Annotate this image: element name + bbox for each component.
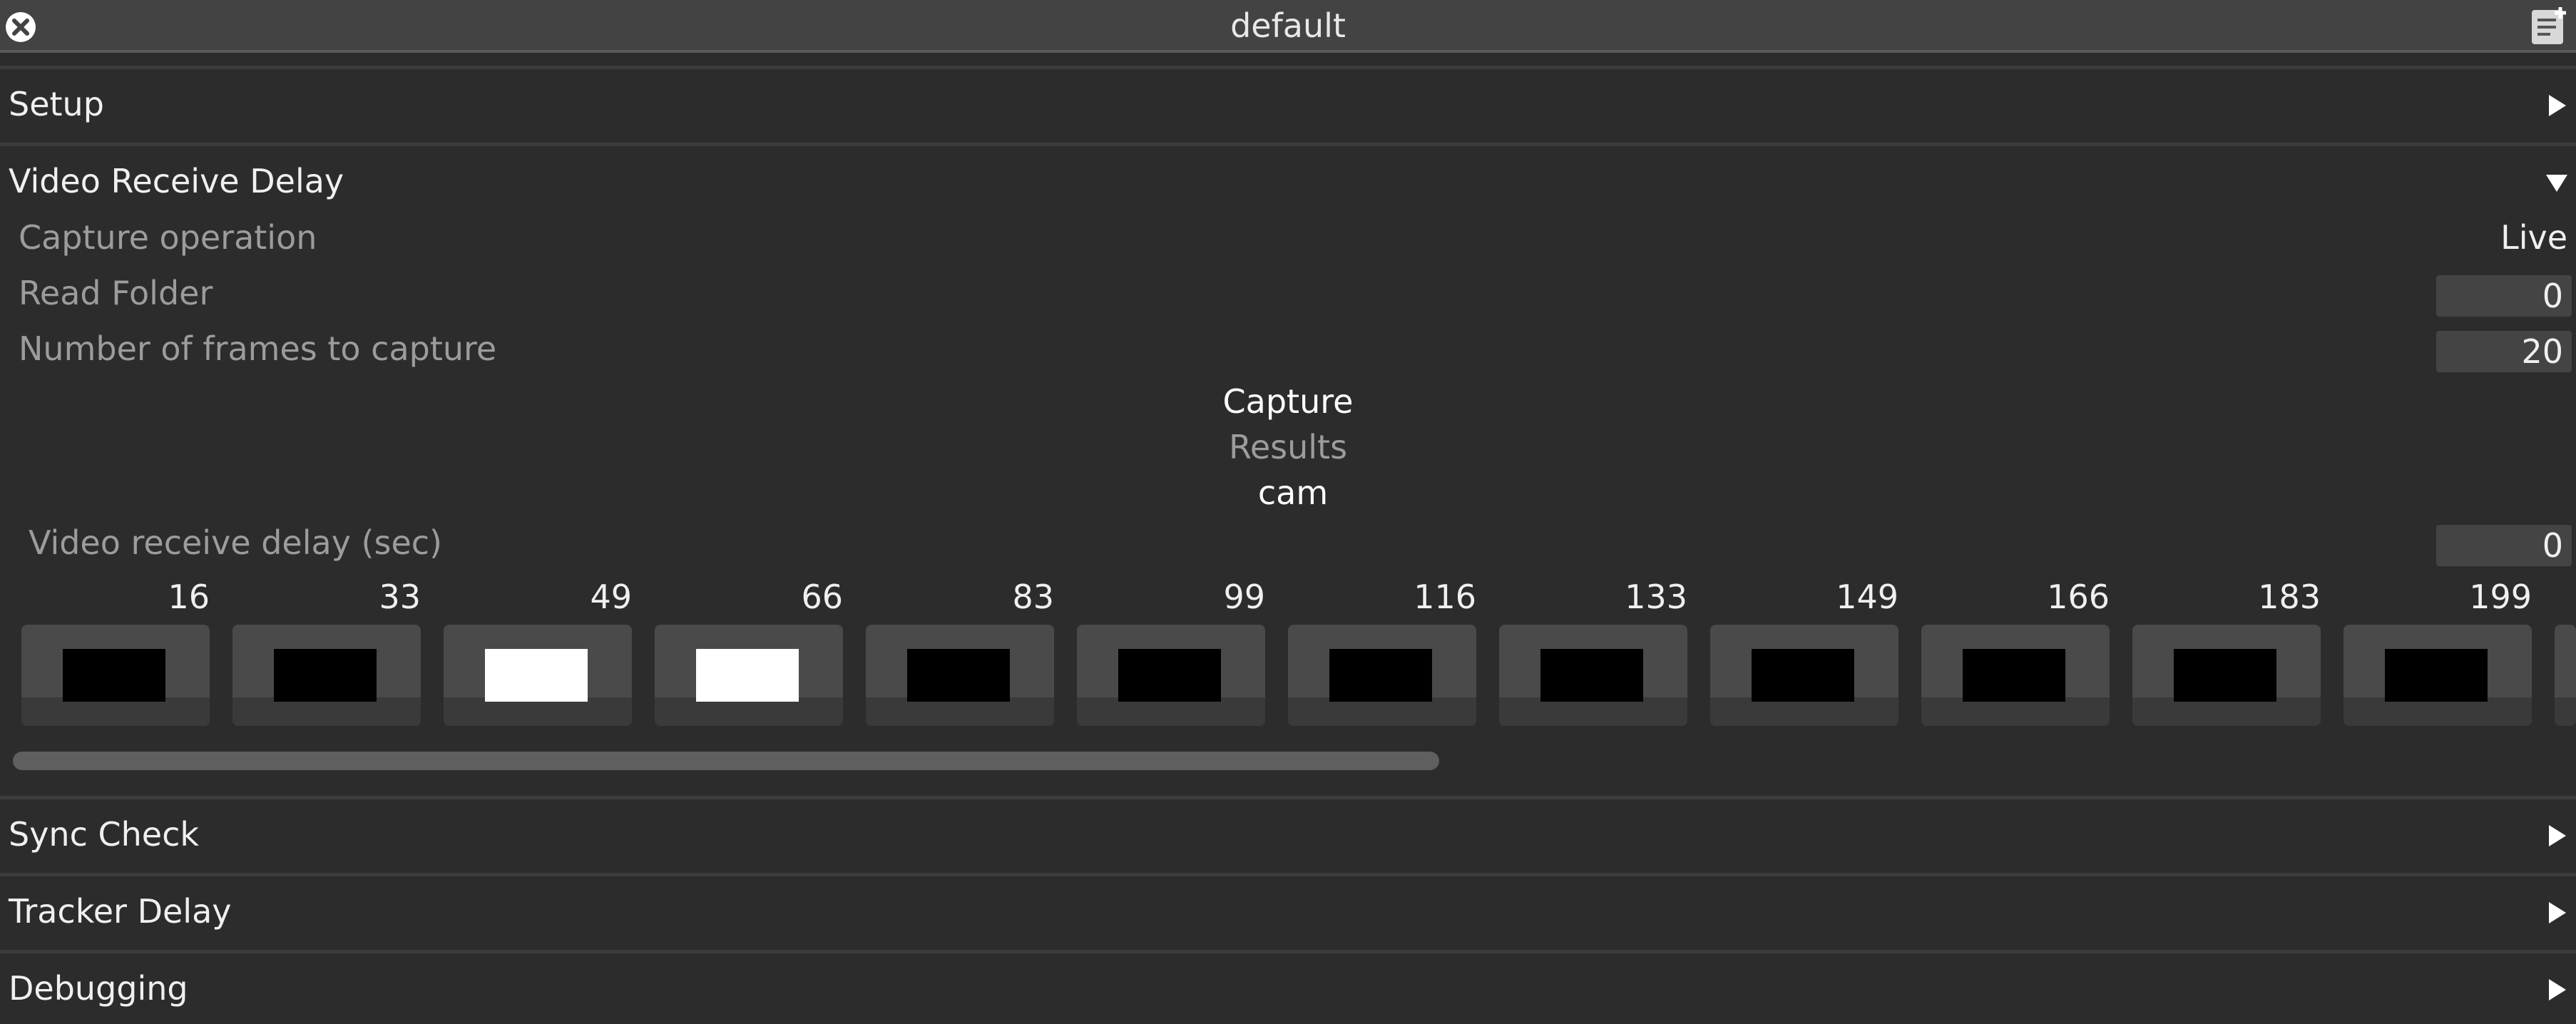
frame-thumbnail[interactable] (866, 625, 1054, 726)
thumbnail-floor (1921, 697, 2110, 726)
thumbnail-floor (232, 697, 421, 726)
thumbnail-floor (1288, 697, 1476, 726)
thumbnail-screen (2385, 649, 2488, 702)
thumbnail-floor (655, 697, 843, 726)
chevron-right-icon (2549, 95, 2566, 116)
results-label: Results (1228, 428, 1348, 466)
frame-number-label: 116 (1414, 578, 1476, 616)
chevron-right-icon (2549, 979, 2566, 1000)
thumbnail-floor (2132, 697, 2321, 726)
frame-number-label: 66 (801, 578, 843, 616)
notes-icon[interactable] (2529, 6, 2570, 47)
section-setup[interactable]: Setup (0, 66, 2576, 140)
thumbnail-screen (1752, 649, 1854, 702)
chevron-right-icon (2549, 902, 2566, 923)
read-folder-field[interactable]: 0 (2436, 275, 2572, 317)
thumbnail-floor (1710, 697, 1898, 726)
frame-thumbnail[interactable] (444, 625, 632, 726)
thumbnail-screen (1329, 649, 1432, 702)
thumbnail-screen (1118, 649, 1221, 702)
frame-thumbnail[interactable] (1710, 625, 1898, 726)
chevron-down-icon (2546, 175, 2567, 192)
frame-thumbnail[interactable] (1921, 625, 2110, 726)
section-video-receive-delay[interactable]: Video Receive Delay (0, 143, 2576, 217)
frame-thumbnail[interactable] (2132, 625, 2321, 726)
frame-thumbnail[interactable] (1077, 625, 1265, 726)
section-sync-check-label: Sync Check (9, 815, 199, 854)
thumbnail-floor (1077, 697, 1265, 726)
thumbnail-floor (866, 697, 1054, 726)
frame-number-label: 133 (1625, 578, 1687, 616)
capture-operation-label: Capture operation (19, 218, 317, 257)
thumbnail-floor (21, 697, 210, 726)
section-sync-check[interactable]: Sync Check (0, 796, 2576, 870)
thumbnail-screen (907, 649, 1010, 702)
frame-number-label: 199 (2469, 578, 2532, 616)
thumbnail-screen (2174, 649, 2276, 702)
window-title: default (1230, 6, 1346, 45)
section-tracker-delay[interactable]: Tracker Delay (0, 873, 2576, 947)
frame-thumbnail[interactable] (2344, 625, 2532, 726)
thumbnail-floor (444, 697, 632, 726)
video-receive-delay-label: Video receive delay (sec) (29, 523, 442, 562)
thumbnail-screen (63, 649, 165, 702)
frame-number-label: 183 (2258, 578, 2321, 616)
chevron-right-icon (2549, 825, 2566, 846)
read-folder-label: Read Folder (19, 274, 213, 312)
section-debugging-label: Debugging (9, 969, 188, 1008)
frame-thumbnail[interactable] (232, 625, 421, 726)
frame-thumbnail[interactable] (2555, 625, 2576, 726)
scrollbar-thumb[interactable] (13, 752, 1439, 770)
capture-button[interactable]: Capture (0, 382, 2576, 421)
frame-thumbnail[interactable] (655, 625, 843, 726)
thumbnail-screen (1963, 649, 2065, 702)
section-video-receive-delay-label: Video Receive Delay (9, 162, 344, 200)
capture-operation-dropdown[interactable]: Live (2500, 218, 2567, 257)
thumbnail-screen (1540, 649, 1643, 702)
thumbnail-screen (274, 649, 377, 702)
thumbnail-floor (2555, 697, 2576, 726)
frame-thumbnail[interactable] (21, 625, 210, 726)
section-debugging[interactable]: Debugging (0, 950, 2576, 1024)
frames-to-capture-field[interactable]: 20 (2436, 331, 2572, 372)
video-receive-delay-field[interactable]: 0 (2436, 525, 2572, 566)
thumbnail-screen (696, 649, 799, 702)
frame-number-label: 49 (590, 578, 632, 616)
frame-number-label: 149 (1836, 578, 1898, 616)
thumbnail-floor (1499, 697, 1687, 726)
frame-number-label: 166 (2047, 578, 2110, 616)
frame-number-label: 16 (168, 578, 210, 616)
title-bar: default (0, 0, 2576, 53)
thumbnail-floor (2344, 697, 2532, 726)
frame-number-label: 99 (1223, 578, 1265, 616)
thumbnail-screen (485, 649, 588, 702)
section-tracker-delay-label: Tracker Delay (9, 892, 232, 931)
frame-number-label: 83 (1012, 578, 1054, 616)
frame-number-label: 33 (379, 578, 421, 616)
camera-label: cam (1257, 473, 1329, 512)
frames-to-capture-label: Number of frames to capture (19, 329, 497, 368)
section-setup-label: Setup (9, 85, 104, 123)
frame-thumbnail[interactable] (1288, 625, 1476, 726)
frame-thumbnail[interactable] (1499, 625, 1687, 726)
